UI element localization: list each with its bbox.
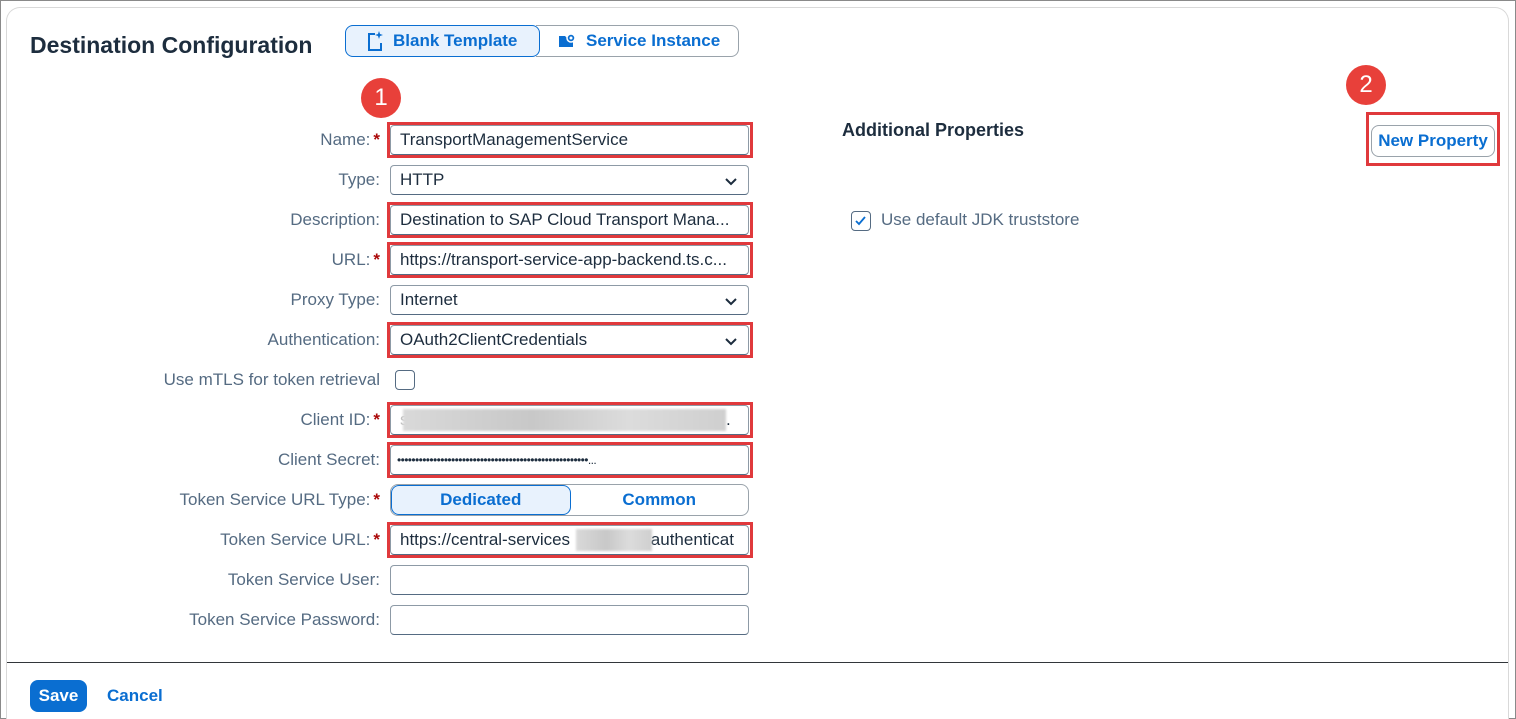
proxy-type-label: Proxy Type: <box>290 290 380 309</box>
token-url-type-toggle: Dedicated Common <box>390 484 749 516</box>
type-label: Type: <box>338 170 380 189</box>
new-property-button[interactable]: New Property <box>1371 125 1495 157</box>
url-label: URL: * <box>331 250 380 269</box>
tab-label: Service Instance <box>586 31 721 50</box>
tab-service-instance[interactable]: Service Instance <box>536 25 739 57</box>
chevron-down-icon <box>725 298 737 306</box>
page-title: Destination Configuration <box>30 32 313 58</box>
type-select[interactable]: HTTP <box>390 165 749 195</box>
token-password-label: Token Service Password: <box>189 610 380 629</box>
footer-divider <box>7 662 1508 663</box>
token-url-type-label: Token Service URL Type: * <box>179 490 381 509</box>
jdk-truststore-label: Use default JDK truststore <box>881 210 1080 229</box>
step-badge-2: 2 <box>1346 65 1386 105</box>
tab-label: Blank Template <box>393 31 518 50</box>
client-secret-label: Client Secret: <box>277 450 380 469</box>
description-label: Description: <box>290 210 380 229</box>
save-button[interactable]: Save <box>30 680 87 712</box>
token-url-input[interactable]: https://central-services .authenticat <box>390 525 749 555</box>
mtls-label: Use mTLS for token retrieval <box>163 370 380 389</box>
description-input[interactable]: Destination to SAP Cloud Transport Mana.… <box>390 205 749 235</box>
toggle-common[interactable]: Common <box>571 485 749 515</box>
chevron-down-icon <box>725 178 737 186</box>
name-input[interactable]: TransportManagementService <box>390 125 749 155</box>
authentication-label: Authentication: <box>267 330 380 349</box>
chevron-down-icon <box>725 338 737 346</box>
mtls-checkbox[interactable] <box>395 370 415 390</box>
toggle-dedicated[interactable]: Dedicated <box>391 485 571 515</box>
redacted-token-url <box>576 529 652 551</box>
cancel-button[interactable]: Cancel <box>100 680 170 712</box>
proxy-type-select[interactable]: Internet <box>390 285 749 315</box>
additional-properties-title: Additional Properties <box>842 120 1025 140</box>
redacted-client-id <box>403 409 726 431</box>
jdk-truststore-checkbox[interactable] <box>851 211 871 231</box>
service-instance-icon <box>559 33 576 47</box>
url-input[interactable]: https://transport-service-app-backend.ts… <box>390 245 749 275</box>
client-secret-input[interactable]: ••••••••••••••••••••••••••••••••••••••••… <box>390 445 749 475</box>
authentication-select[interactable]: OAuth2ClientCredentials <box>390 325 749 355</box>
token-user-label: Token Service User: <box>227 570 380 589</box>
token-user-input[interactable] <box>390 565 749 595</box>
name-label: Name: * <box>320 130 380 149</box>
blank-template-icon <box>368 31 383 51</box>
checkmark-icon <box>855 216 866 226</box>
token-password-input[interactable] <box>390 605 749 635</box>
step-badge-1: 1 <box>361 78 401 118</box>
token-url-label: Token Service URL: * <box>220 530 380 549</box>
tab-blank-template[interactable]: Blank Template <box>345 25 540 57</box>
client-id-label: Client ID: * <box>300 410 380 429</box>
